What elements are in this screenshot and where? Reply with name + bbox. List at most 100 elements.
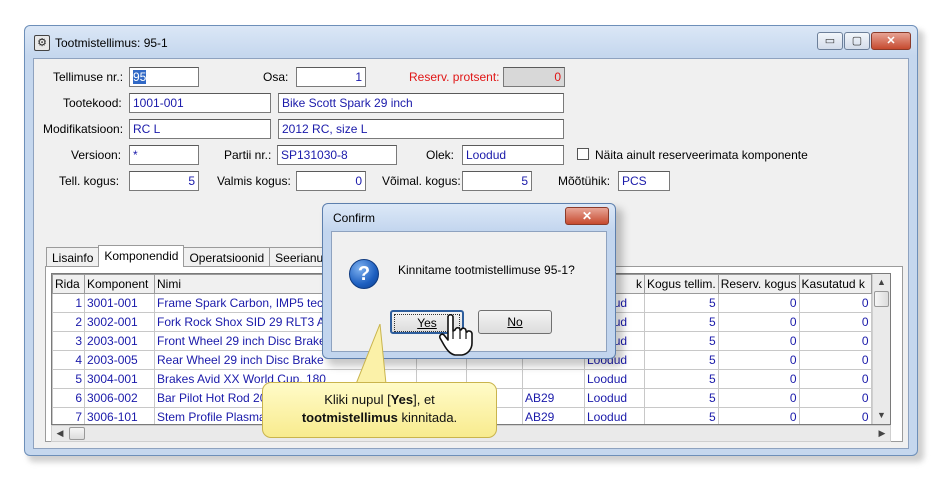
col-reserv-kogus[interactable]: Reserv. kogus <box>717 274 800 294</box>
ordered-qty: 5 <box>644 369 719 389</box>
product-name-field[interactable]: Bike Scott Spark 29 inch <box>278 93 564 113</box>
close-button[interactable]: ✕ <box>871 32 911 50</box>
app-icon: ⚙ <box>34 35 50 51</box>
callout-pointer <box>355 324 387 385</box>
col-kogus-tellim[interactable]: Kogus tellim. <box>644 274 719 294</box>
hint-callout: Kliki nupul [Yes], et tootmistellimus ki… <box>262 382 497 438</box>
dialog-close-button[interactable]: ✕ <box>565 207 609 225</box>
product-code-field[interactable]: 1001-001 <box>129 93 271 113</box>
finished-qty-field[interactable]: 0 <box>296 171 366 191</box>
used-qty: 0 <box>798 407 872 424</box>
vertical-scrollbar[interactable]: ▲ ▼ <box>872 274 890 424</box>
no-button-label: No <box>507 315 523 329</box>
modification-label: Modifikatsioon: <box>43 122 124 136</box>
component-lot <box>522 369 585 389</box>
row-number: 4 <box>52 350 85 370</box>
reserved-qty: 0 <box>717 388 800 408</box>
used-qty: 0 <box>798 369 872 389</box>
horizontal-scroll-thumb[interactable] <box>69 427 85 440</box>
col-kasutatud[interactable]: Kasutatud k <box>798 274 872 294</box>
modification-field[interactable]: RC L <box>129 119 271 139</box>
scroll-up-icon[interactable]: ▲ <box>873 274 890 291</box>
unit-label: Mõõtühik: <box>558 174 611 188</box>
no-button[interactable]: No <box>478 310 552 334</box>
used-qty: 0 <box>798 331 872 351</box>
reserve-percent-label: Reserv. protsent: <box>409 70 500 84</box>
used-qty: 0 <box>798 312 872 332</box>
component-status: Loodud <box>584 388 645 408</box>
component-code: 2003-001 <box>84 331 155 351</box>
status-label: Olek: <box>426 148 455 162</box>
col-rida[interactable]: Rida <box>52 274 85 294</box>
ordered-qty: 5 <box>644 331 719 351</box>
unreserved-only-checkbox[interactable] <box>577 148 589 160</box>
unreserved-only-label: Näita ainult reserveerimata komponente <box>595 148 808 162</box>
modification-name-field[interactable]: 2012 RC, size L <box>278 119 564 139</box>
scroll-down-icon[interactable]: ▼ <box>873 407 890 424</box>
row-number: 6 <box>52 388 85 408</box>
component-code: 3002-001 <box>84 312 155 332</box>
component-code: 3001-001 <box>84 293 155 313</box>
reserved-qty: 0 <box>717 312 800 332</box>
ordered-qty: 5 <box>644 312 719 332</box>
ordered-qty-label: Tell. kogus: <box>59 174 120 188</box>
title-bar[interactable]: ⚙ Tootmistellimus: 95-1 ▭ ▢ ✕ <box>25 26 917 58</box>
hand-pointer-icon <box>439 313 473 356</box>
used-qty: 0 <box>798 293 872 313</box>
component-code: 2003-005 <box>84 350 155 370</box>
reserved-qty: 0 <box>717 350 800 370</box>
callout-line-2: tootmistellimus kinnitada. <box>301 410 458 425</box>
component-lot: AB29 <box>522 388 585 408</box>
scroll-left-icon[interactable]: ◀ <box>52 426 68 441</box>
component-code: 3006-002 <box>84 388 155 408</box>
component-code: 3004-001 <box>84 369 155 389</box>
component-status: Loodud <box>584 407 645 424</box>
ordered-qty: 5 <box>644 407 719 424</box>
vertical-scroll-thumb[interactable] <box>874 291 889 307</box>
used-qty: 0 <box>798 388 872 408</box>
callout-line-1: Kliki nupul [Yes], et <box>324 392 435 407</box>
row-number: 5 <box>52 369 85 389</box>
used-qty: 0 <box>798 350 872 370</box>
reserve-percent-field: 0 <box>503 67 565 87</box>
part-label: Osa: <box>263 70 289 84</box>
row-number: 7 <box>52 407 85 424</box>
col-komponent[interactable]: Komponent <box>84 274 155 294</box>
maximize-button[interactable]: ▢ <box>844 32 870 50</box>
question-icon: ? <box>349 259 379 289</box>
possible-qty-field[interactable]: 5 <box>462 171 532 191</box>
component-code: 3006-101 <box>84 407 155 424</box>
possible-qty-label: Võimal. kogus: <box>382 174 461 188</box>
window-title: Tootmistellimus: 95-1 <box>55 36 168 50</box>
row-number: 2 <box>52 312 85 332</box>
ordered-qty: 5 <box>644 388 719 408</box>
reserved-qty: 0 <box>717 369 800 389</box>
minimize-button[interactable]: ▭ <box>817 32 843 50</box>
dialog-title: Confirm <box>333 211 376 225</box>
component-lot: AB29 <box>522 407 585 424</box>
scroll-right-icon[interactable]: ▶ <box>874 426 890 441</box>
finished-qty-label: Valmis kogus: <box>217 174 291 188</box>
tab-lisainfo[interactable]: Lisainfo <box>46 247 100 267</box>
component-status: Loodud <box>584 369 645 389</box>
batch-number-label: Partii nr.: <box>224 148 272 162</box>
version-label: Versioon: <box>71 148 122 162</box>
tab-komponendid[interactable]: Komponendid <box>98 245 185 267</box>
ordered-qty-field[interactable]: 5 <box>129 171 199 191</box>
row-number: 1 <box>52 293 85 313</box>
product-code-label: Tootekood: <box>63 96 122 110</box>
ordered-qty: 5 <box>644 293 719 313</box>
order-number-field[interactable]: 95 <box>129 67 199 87</box>
unit-field[interactable]: PCS <box>618 171 670 191</box>
part-field[interactable]: 1 <box>296 67 366 87</box>
dialog-message: Kinnitame tootmistellimuse 95-1? <box>398 263 575 277</box>
row-number: 3 <box>52 331 85 351</box>
reserved-qty: 0 <box>717 293 800 313</box>
tab-operatsioonid[interactable]: Operatsioonid <box>183 247 271 267</box>
status-field[interactable]: Loodud <box>462 145 564 165</box>
reserved-qty: 0 <box>717 331 800 351</box>
batch-number-field[interactable]: SP131030-8 <box>277 145 397 165</box>
tab-strip: Lisainfo Komponendid Operatsioonid Seeri… <box>46 245 340 267</box>
version-field[interactable]: * <box>129 145 199 165</box>
reserved-qty: 0 <box>717 407 800 424</box>
